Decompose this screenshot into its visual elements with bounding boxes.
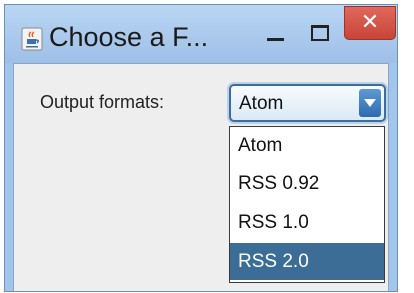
combobox-selected-value: Atom xyxy=(239,93,284,114)
dropdown-option-rss-10[interactable]: RSS 1.0 xyxy=(230,204,384,241)
title-bar[interactable]: Choose a F... ✕ xyxy=(5,5,397,63)
output-formats-label: Output formats: xyxy=(40,92,165,112)
dropdown-option-rss-092[interactable]: RSS 0.92 xyxy=(230,165,384,202)
output-formats-combobox[interactable]: Atom xyxy=(229,84,386,122)
format-dropdown-list: Atom RSS 0.92 RSS 1.0 RSS 2.0 xyxy=(229,126,385,283)
dropdown-option-rss-20[interactable]: RSS 2.0 xyxy=(230,243,384,280)
maximize-button[interactable] xyxy=(308,19,334,43)
java-cup-icon xyxy=(21,27,43,51)
window-title: Choose a F... xyxy=(49,22,209,52)
close-button[interactable]: ✕ xyxy=(344,6,396,40)
chevron-down-icon[interactable] xyxy=(359,89,381,117)
dropdown-option-atom[interactable]: Atom xyxy=(230,127,384,164)
close-icon: ✕ xyxy=(360,9,380,34)
minimize-button[interactable] xyxy=(262,21,290,49)
